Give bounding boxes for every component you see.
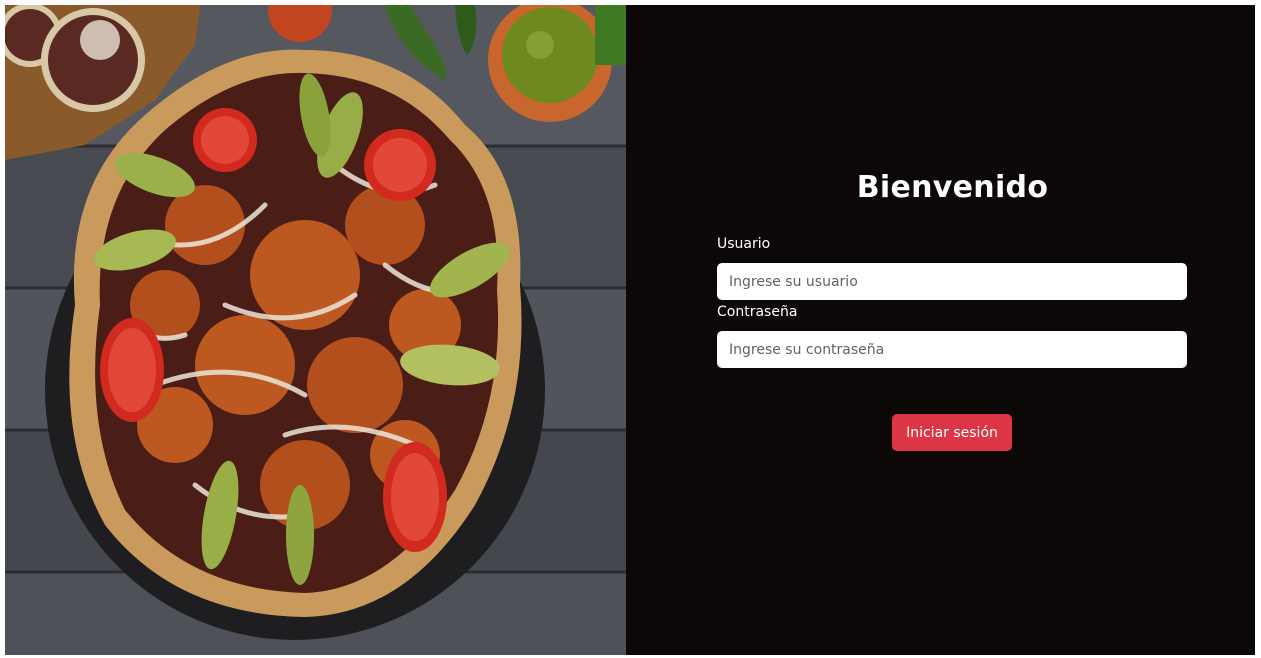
password-input[interactable] <box>717 331 1187 368</box>
login-panel: Bienvenido Usuario Contraseña Iniciar se… <box>626 5 1255 655</box>
food-photo-illustration <box>5 5 626 655</box>
username-input[interactable] <box>717 263 1187 300</box>
password-label: Contraseña <box>717 304 798 320</box>
login-page: Bienvenido Usuario Contraseña Iniciar se… <box>5 5 1255 655</box>
page-title: Bienvenido <box>856 170 1049 205</box>
username-label: Usuario <box>717 236 771 252</box>
login-button[interactable]: Iniciar sesión <box>892 414 1012 451</box>
food-photo <box>5 5 626 655</box>
